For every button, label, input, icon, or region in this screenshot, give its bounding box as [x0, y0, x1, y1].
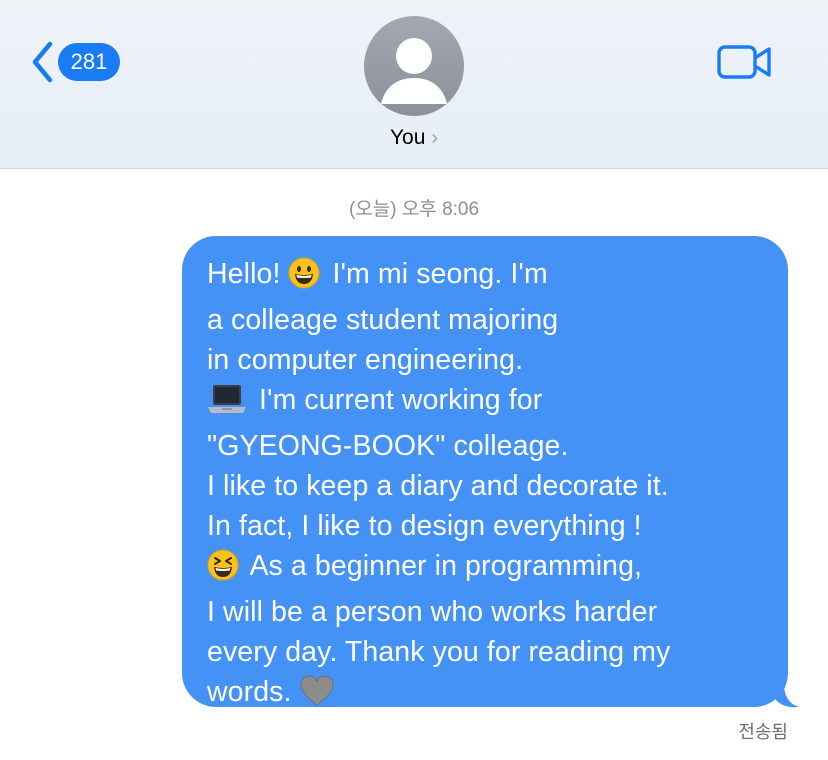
unread-count-badge: 281: [58, 43, 120, 81]
video-camera-icon: [717, 45, 771, 79]
message-text: in computer engineering.: [207, 344, 524, 376]
grey-heart-emoji: [300, 675, 334, 718]
message-text: I like to keep a diary and decorate it.: [207, 470, 669, 502]
message-text: I will be a person who works harder: [207, 596, 658, 628]
message-line: As a beginner in programming,: [207, 546, 768, 592]
chevron-left-icon: [32, 41, 53, 83]
message-text: Hello!: [207, 258, 289, 290]
sent-message-bubble[interactable]: Hello! I'm mi seong. I'm a colleage stud…: [182, 236, 800, 708]
message-line: Hello! I'm mi seong. I'm: [207, 254, 768, 300]
delivery-status: 전송됨: [738, 722, 788, 742]
message-text: I'm current working for: [251, 384, 543, 416]
contact-name-button[interactable]: You ›: [0, 126, 828, 150]
grinning-face-emoji: [288, 257, 320, 300]
facetime-video-button[interactable]: [717, 44, 773, 80]
message-text: In fact, I like to design everything !: [207, 510, 642, 542]
message-line: words.: [207, 672, 768, 718]
grinning-squinting-face-emoji: [207, 549, 239, 592]
message-line: a colleage student majoring: [207, 300, 768, 340]
message-line: in computer engineering.: [207, 340, 768, 380]
message-line: I'm current working for: [207, 380, 768, 426]
message-timestamp: (오늘) 오후 8:06: [348, 199, 480, 220]
message-line: every day. Thank you for reading my: [207, 632, 768, 672]
message-bubble-body: Hello! I'm mi seong. I'm a colleage stud…: [182, 236, 788, 708]
contact-name: You: [389, 126, 426, 149]
contact-avatar[interactable]: [364, 16, 464, 116]
message-text: words.: [207, 676, 300, 708]
message-text: "GYEONG-BOOK" colleage.: [207, 430, 569, 462]
message-line: I like to keep a diary and decorate it.: [207, 466, 768, 506]
message-text: a colleage student majoring: [207, 304, 559, 336]
chevron-right-icon: ›: [431, 127, 439, 149]
message-line: "GYEONG-BOOK" colleage.: [207, 426, 768, 466]
message-text: As a beginner in programming,: [243, 550, 643, 582]
back-button[interactable]: 281: [30, 40, 120, 84]
laptop-emoji: [207, 383, 247, 426]
message-text: every day. Thank you for reading my: [207, 636, 671, 668]
message-text: I'm mi seong. I'm: [324, 258, 548, 290]
conversation-header: 281 You ›: [0, 0, 828, 169]
message-line: In fact, I like to design everything !: [207, 506, 768, 546]
message-line: I will be a person who works harder: [207, 592, 768, 632]
person-silhouette-icon: [381, 38, 447, 104]
